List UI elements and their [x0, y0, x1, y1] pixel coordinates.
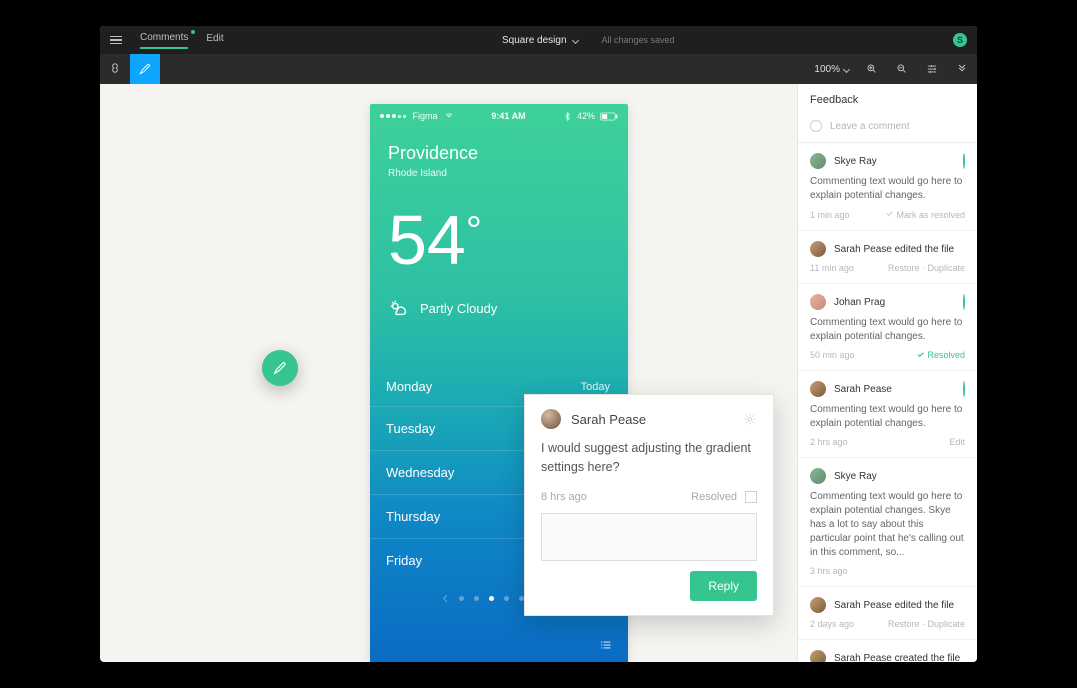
item-actions[interactable]: Resolved: [916, 350, 965, 360]
battery-icon: [600, 112, 618, 121]
save-status: All changes saved: [602, 35, 675, 45]
avatar: [810, 381, 826, 397]
comment-body: Commenting text would go here to explain…: [810, 490, 965, 560]
toolbar: 100%: [100, 54, 977, 84]
author-name: Sarah Pease: [571, 412, 646, 427]
resolved-checkbox[interactable]: [745, 491, 757, 503]
item-actions[interactable]: Restore · Duplicate: [888, 619, 965, 629]
temperature: 54°: [370, 179, 628, 287]
reply-textarea[interactable]: [541, 513, 757, 561]
bluetooth-icon: [563, 112, 572, 121]
wifi-icon: [444, 112, 454, 120]
leave-comment[interactable]: Leave a comment: [798, 114, 977, 143]
comment-popover: Sarah Pease I would suggest adjusting th…: [524, 394, 774, 616]
comment-time: 8 hrs ago: [541, 491, 587, 503]
pager-prev-icon[interactable]: [443, 595, 450, 602]
author-name: Sarah Pease edited the file: [834, 244, 954, 255]
timestamp: 1 min ago: [810, 210, 850, 220]
timestamp: 2 days ago: [810, 619, 854, 629]
collapse-panel-icon[interactable]: [947, 54, 977, 84]
avatar: [810, 153, 826, 169]
state-label: Rhode Island: [370, 168, 628, 179]
avatar: [810, 294, 826, 310]
status-ring-icon: [963, 294, 965, 310]
comment-body: Commenting text would go here to explain…: [810, 403, 965, 431]
comment-body: Commenting text would go here to explain…: [810, 316, 965, 344]
edit-fab[interactable]: [262, 350, 298, 386]
author-name: Johan Prag: [834, 297, 885, 308]
feedback-item[interactable]: Skye Ray Commenting text would go here to…: [798, 143, 977, 231]
timestamp: 11 min ago: [810, 263, 854, 273]
timestamp: 3 hrs ago: [810, 566, 848, 576]
partly-cloudy-icon: [388, 297, 410, 319]
comment-tool[interactable]: [130, 54, 160, 84]
timestamp: 2 hrs ago: [810, 437, 848, 447]
author-name: Sarah Pease edited the file: [834, 600, 954, 611]
menubar: Comments Edit Square design All changes …: [100, 26, 977, 54]
status-time: 9:41 AM: [491, 111, 525, 121]
zoom-in-icon[interactable]: [857, 54, 887, 84]
author-name: Skye Ray: [834, 156, 877, 167]
figma-app-window: Comments Edit Square design All changes …: [100, 26, 977, 662]
feedback-item[interactable]: Johan Prag Commenting text would go here …: [798, 284, 977, 371]
tab-comments[interactable]: Comments: [140, 32, 188, 49]
hamburger-icon[interactable]: [110, 36, 122, 45]
avatar: [810, 468, 826, 484]
feedback-item[interactable]: Sarah Pease Commenting text would go here…: [798, 371, 977, 458]
author-name: Skye Ray: [834, 471, 877, 482]
feedback-item[interactable]: Sarah Pease created the file: [798, 640, 977, 662]
project-chevron-icon[interactable]: [571, 36, 578, 43]
avatar: [810, 241, 826, 257]
gear-icon[interactable]: [743, 412, 757, 426]
user-avatar[interactable]: S: [953, 33, 967, 47]
zoom-level[interactable]: 100%: [814, 64, 849, 75]
feedback-item[interactable]: Sarah Pease edited the file 11 min ago Res…: [798, 231, 977, 284]
resolved-label: Resolved: [691, 491, 737, 503]
comment-text: I would suggest adjusting the gradient s…: [541, 439, 757, 477]
item-actions[interactable]: Restore · Duplicate: [888, 263, 965, 273]
feedback-item[interactable]: Skye Ray Commenting text would go here to…: [798, 458, 977, 587]
author-name: Sarah Pease: [834, 384, 892, 395]
condition-row: Partly Cloudy: [370, 287, 628, 319]
status-ring-icon: [963, 153, 965, 169]
list-icon[interactable]: [600, 638, 614, 652]
city-label: Providence: [370, 121, 628, 168]
panel-title: Feedback: [798, 84, 977, 114]
comment-body: Commenting text would go here to explain…: [810, 175, 965, 203]
project-title[interactable]: Square design: [502, 35, 567, 46]
item-actions[interactable]: Edit: [949, 437, 965, 447]
avatar: [810, 597, 826, 613]
item-actions[interactable]: Mark as resolved: [885, 209, 965, 220]
figma-logo-icon[interactable]: [100, 54, 130, 84]
settings-icon[interactable]: [917, 54, 947, 84]
empty-circle-icon: [810, 120, 822, 132]
author-name: Sarah Pease created the file: [834, 653, 960, 663]
status-ring-icon: [963, 381, 965, 397]
tab-edit[interactable]: Edit: [206, 33, 223, 48]
avatar: [810, 650, 826, 662]
status-bar: Figma 9:41 AM 42%: [370, 104, 628, 121]
feedback-panel: Feedback Leave a comment Skye Ray Comment…: [797, 84, 977, 662]
reply-button[interactable]: Reply: [690, 571, 757, 601]
feedback-item[interactable]: Sarah Pease edited the file 2 days ago Res…: [798, 587, 977, 640]
timestamp: 50 min ago: [810, 350, 855, 360]
author-avatar: [541, 409, 561, 429]
canvas[interactable]: Figma 9:41 AM 42% Providence Rhode Islan…: [100, 84, 797, 662]
zoom-out-icon[interactable]: [887, 54, 917, 84]
